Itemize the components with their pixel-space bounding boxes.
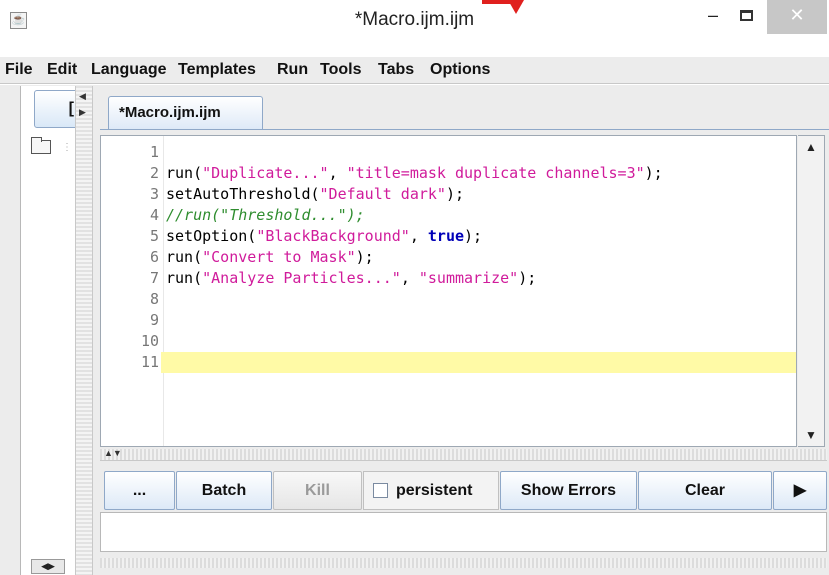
editor-vertical-scrollbar[interactable]: ▲ ▼ — [798, 135, 825, 447]
line-number: 8 — [149, 290, 159, 308]
split-pane-divider[interactable] — [75, 86, 93, 575]
kill-button[interactable]: Kill — [273, 471, 362, 510]
red-arrow-annotation-icon — [482, 0, 524, 14]
line-number: 2 — [149, 164, 159, 182]
bottom-divider[interactable] — [100, 558, 827, 568]
folder-icon[interactable] — [31, 137, 51, 154]
arrow-down-icon[interactable]: ▼ — [798, 424, 824, 446]
output-console[interactable] — [100, 512, 827, 552]
menu-options[interactable]: Options — [430, 61, 490, 79]
line-number: 1 — [149, 143, 159, 161]
code-text[interactable]: //run("Threshold..."); — [166, 205, 365, 226]
line-number: 5 — [149, 227, 159, 245]
tab-underline — [100, 129, 829, 130]
code-line[interactable]: 10 — [101, 331, 796, 352]
code-text[interactable]: setOption("BlackBackground", true); — [166, 226, 482, 247]
minimize-button[interactable]: – — [698, 0, 728, 34]
title-bar: ☕ *Macro.ijm.ijm – ✕ — [0, 0, 829, 57]
code-text[interactable]: run("Analyze Particles...", "summarize")… — [166, 268, 536, 289]
close-button[interactable]: ✕ — [767, 0, 827, 34]
line-number: 4 — [149, 206, 159, 224]
code-line[interactable]: 6 run("Convert to Mask"); — [101, 247, 796, 268]
menu-bar: File Edit Language Templates Run Tools T… — [0, 57, 829, 84]
persistent-label: persistent — [396, 482, 473, 499]
menu-templates[interactable]: Templates — [178, 61, 256, 79]
horizontal-scroll-arrows-icon[interactable]: ◀▶ — [31, 559, 65, 574]
code-line[interactable]: 5 setOption("BlackBackground", true); — [101, 226, 796, 247]
code-text[interactable]: run("Convert to Mask"); — [166, 247, 374, 268]
code-line[interactable]: 8 — [101, 289, 796, 310]
persistent-checkbox[interactable] — [373, 483, 388, 498]
code-text[interactable]: run("Duplicate...", "title=mask duplicat… — [166, 163, 663, 184]
menu-edit[interactable]: Edit — [47, 61, 77, 79]
line-number: 11 — [101, 352, 161, 373]
batch-button[interactable]: Batch — [176, 471, 272, 510]
persistent-checkbox-wrap[interactable]: persistent — [363, 471, 499, 510]
divider-collapse-icon[interactable]: ▲▼ — [104, 448, 122, 458]
next-button[interactable]: ▶ — [773, 471, 827, 510]
tree-connector: ⋮ — [62, 142, 72, 153]
tab-macro[interactable]: *Macro.ijm.ijm — [108, 96, 263, 130]
editor-output-divider[interactable] — [100, 449, 827, 461]
line-number: 6 — [149, 248, 159, 266]
code-line[interactable]: 7 run("Analyze Particles...", "summarize"… — [101, 268, 796, 289]
show-errors-button[interactable]: Show Errors — [500, 471, 637, 510]
file-tree-button[interactable]: [ — [34, 90, 79, 128]
line-number: 10 — [140, 332, 159, 350]
code-line[interactable]: 9 — [101, 310, 796, 331]
code-text[interactable]: setAutoThreshold("Default dark"); — [166, 184, 464, 205]
expand-right-icon[interactable]: ▶ — [79, 108, 86, 117]
line-number: 9 — [149, 311, 159, 329]
menu-tools[interactable]: Tools — [320, 61, 361, 79]
line-number: 3 — [149, 185, 159, 203]
maximize-icon — [739, 10, 753, 21]
menu-file[interactable]: File — [5, 61, 33, 79]
menu-tabs[interactable]: Tabs — [378, 61, 414, 79]
more-button[interactable]: ... — [104, 471, 175, 510]
line-number: 7 — [149, 269, 159, 287]
arrow-up-icon[interactable]: ▲ — [798, 136, 824, 158]
maximize-button[interactable] — [730, 0, 762, 34]
menu-language[interactable]: Language — [91, 61, 167, 79]
clear-button[interactable]: Clear — [638, 471, 772, 510]
menu-run[interactable]: Run — [277, 61, 308, 79]
code-line[interactable]: 3 setAutoThreshold("Default dark"); — [101, 184, 796, 205]
code-line[interactable]: 11 — [101, 352, 796, 373]
code-line[interactable]: 4 //run("Threshold..."); — [101, 205, 796, 226]
code-line[interactable]: 2 run("Duplicate...", "title=mask duplica… — [101, 163, 796, 184]
code-editor[interactable]: 1 2 run("Duplicate...", "title=mask duplic… — [100, 135, 797, 447]
code-line[interactable]: 1 — [101, 142, 796, 163]
collapse-left-icon[interactable]: ◀ — [79, 92, 86, 101]
